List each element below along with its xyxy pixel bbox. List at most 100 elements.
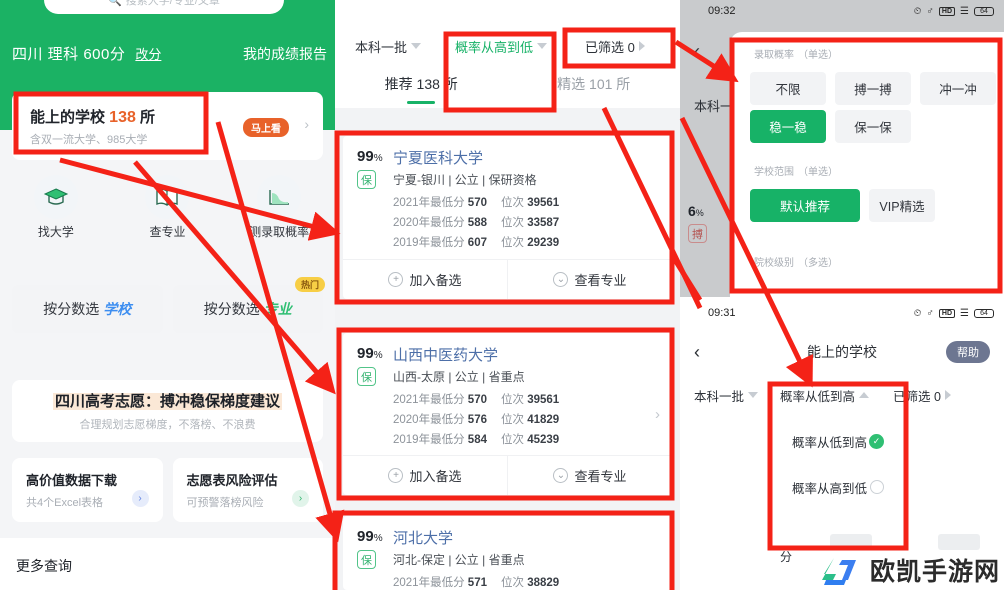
partial-score-label: 分 [780, 550, 793, 564]
search-placeholder: 搜索大学/专业/文章 [125, 0, 220, 7]
university-card[interactable]: 99% 保 河北大学 河北-保定 | 公立 | 省重点 2021年最低分 571… [343, 516, 672, 590]
filter-label: 概率从低到高 [780, 389, 856, 404]
chart-line-icon [257, 175, 302, 219]
section-title-school-level: 院校级别 （多选） [750, 254, 838, 269]
university-card[interactable]: 99% 保 山西中医药大学 山西-太原 | 公立 | 省重点 2021年最低分 … [343, 333, 672, 495]
pick-by-score-major[interactable]: 按分数选 专业 热门 [172, 277, 325, 333]
score-bar: 四川 理科 600分 改分 我的成绩报告 [12, 43, 327, 64]
ghost-risk-tag: 搏 [688, 224, 707, 243]
rank-value: 39561 [527, 197, 560, 209]
section-title-text: 学校范围 [754, 167, 794, 178]
section-hint: （单选） [798, 167, 838, 178]
radio-unselected-icon [870, 480, 885, 494]
tab-featured[interactable]: 精选 101 所 [508, 64, 681, 108]
data-download-card[interactable]: 高价值数据下载 共4个Excel表格 › [12, 458, 163, 522]
eligible-title-suffix: 所 [135, 109, 156, 126]
pick-by-score-school[interactable]: 按分数选 学校 [12, 285, 163, 333]
risk-tag-badge: 保 [357, 170, 376, 189]
pick-highlight: 专业 [263, 301, 292, 317]
feature-find-university[interactable]: 找大学 [11, 175, 101, 240]
rank-label: 位次 [500, 434, 524, 446]
score-row: 2019年最低分 584 位次 45239 [393, 431, 559, 447]
feature-probability[interactable]: 测录取概率 [234, 175, 324, 240]
filter-sort[interactable]: 概率从低到高 [780, 386, 870, 405]
risk-tag-badge: 保 [357, 367, 376, 386]
risk-assessment-card[interactable]: 志愿表风险评估 可预警落榜风险 › [172, 458, 323, 522]
filter-batch[interactable]: 本科一批 [355, 37, 422, 56]
status-icons: ⏲ ♂ HD ☰ 64 [914, 6, 994, 17]
sort-option-high-to-low[interactable]: 概率从高到低 [680, 464, 1004, 510]
check-icon: ✓ [869, 433, 885, 449]
chevron-down-circle-icon: ⌄ [553, 272, 569, 287]
watermark: 欧凯手游网 [820, 552, 1000, 588]
graduation-cap-icon [33, 175, 78, 219]
score-text: 四川 理科 600分 [12, 46, 126, 63]
percent-sign: % [373, 153, 383, 164]
filter-batch[interactable]: 本科一批 [694, 386, 759, 405]
chevron-right-icon[interactable]: › [292, 490, 309, 507]
feature-shortcuts: 找大学 查专业 测录取概率 [0, 175, 335, 250]
filter-label: 已筛选 0 [585, 39, 635, 55]
score-row: 2020年最低分 588 位次 33587 [393, 214, 559, 230]
university-name[interactable]: 河北大学 [393, 527, 453, 548]
tab-recommended[interactable]: 推荐 138 所 [335, 64, 508, 108]
ok-logo-icon [822, 558, 856, 585]
university-name[interactable]: 宁夏医科大学 [393, 147, 483, 168]
score-value: 570 [467, 197, 487, 209]
year-label: 2021年最低分 [393, 197, 465, 209]
change-score-link[interactable]: 改分 [135, 44, 161, 63]
status-bar: 09:31 ⏲ ♂ HD ☰ 64 [680, 302, 1004, 324]
gradient-advice-banner[interactable]: 四川高考志愿：搏冲稳保梯度建议 合理规划志愿梯度，不落榜、不浪费 [12, 380, 323, 442]
chip-default-recommend[interactable]: 默认推荐 [750, 189, 860, 222]
score-value: 571 [467, 577, 487, 589]
sort-option-low-to-high[interactable]: 概率从低到高 ✓ [680, 418, 1004, 464]
search-bar[interactable]: 🔍 搜索大学/专业/文章 [44, 0, 284, 14]
card-actions: + 加入备选 ⌄ 查看专业 [343, 455, 672, 495]
feature-check-major[interactable]: 查专业 [122, 175, 212, 240]
add-label: 加入备选 [409, 273, 462, 288]
chevron-left-icon[interactable]: ‹ [694, 41, 700, 62]
year-label: 2019年最低分 [393, 237, 465, 249]
watermark-text: 欧凯手游网 [870, 558, 1001, 586]
rank-label: 位次 [500, 394, 524, 406]
rank-label: 位次 [500, 217, 524, 229]
university-name[interactable]: 山西中医药大学 [393, 344, 498, 365]
chip-unlimited[interactable]: 不限 [750, 72, 826, 105]
add-to-list-button[interactable]: + 加入备选 [343, 456, 508, 495]
sort-dropdown-list: 概率从低到高 ✓ 概率从高到低 [680, 418, 1004, 510]
plus-circle-icon: + [388, 468, 404, 483]
sort-option-label: 概率从低到高 [792, 435, 868, 450]
chip-vip-featured[interactable]: VIP精选 [869, 189, 935, 222]
chip-safe[interactable]: 保一保 [835, 110, 911, 143]
filter-selected-count[interactable]: 已筛选 0 [585, 37, 645, 56]
chip-gamble[interactable]: 搏一搏 [835, 72, 911, 105]
year-label: 2019年最低分 [393, 434, 465, 446]
screenshot-stage: 🔍 搜索大学/专业/文章 四川 理科 600分 改分 我的成绩报告 能上的学校 … [0, 0, 1004, 590]
bottom-filter-bar: 本科一批 概率从低到高 已筛选 0 [680, 378, 1004, 412]
eligible-schools-subtitle: 含双一流大学、985大学 [30, 134, 148, 146]
view-majors-button[interactable]: ⌄ 查看专业 [508, 456, 672, 495]
university-card[interactable]: 99% 保 宁夏医科大学 宁夏-银川 | 公立 | 保研资格 2021年最低分 … [343, 136, 672, 299]
signal-icon: ☰ [960, 307, 969, 319]
probability-number: 99 [357, 528, 374, 545]
view-majors-button[interactable]: ⌄ 查看专业 [508, 260, 672, 299]
add-to-list-button[interactable]: + 加入备选 [343, 260, 508, 299]
pick-prefix: 按分数选 [43, 301, 100, 317]
chip-rush[interactable]: 冲一冲 [920, 72, 996, 105]
chevron-down-icon [748, 392, 759, 398]
eligible-schools-card[interactable]: 能上的学校 138 所 含双一流大学、985大学 马上看 › [12, 92, 323, 160]
watch-now-badge[interactable]: 马上看 [243, 118, 289, 137]
chip-stable[interactable]: 稳一稳 [750, 110, 826, 143]
filter-sort[interactable]: 概率从高到低 [455, 37, 548, 56]
pick-by-score-row: 按分数选 学校 按分数选 专业 热门 [12, 277, 325, 333]
chevron-down-icon [537, 43, 548, 49]
filter-bottom-sheet: 录取概率 （单选） 不限 搏一搏 冲一冲 稳一稳 保一保 学校范围 （单选） 默认推… [730, 32, 1004, 297]
chevron-right-icon[interactable]: › [131, 490, 149, 507]
probability-value: 99% [357, 148, 383, 165]
percent-sign: % [373, 350, 383, 361]
help-button[interactable]: 帮助 [946, 341, 990, 363]
mid-top-spacer [335, 0, 680, 30]
my-report-link[interactable]: 我的成绩报告 [243, 44, 327, 64]
filter-selected-count[interactable]: 已筛选 0 [893, 386, 951, 405]
plus-circle-icon: + [388, 272, 404, 287]
